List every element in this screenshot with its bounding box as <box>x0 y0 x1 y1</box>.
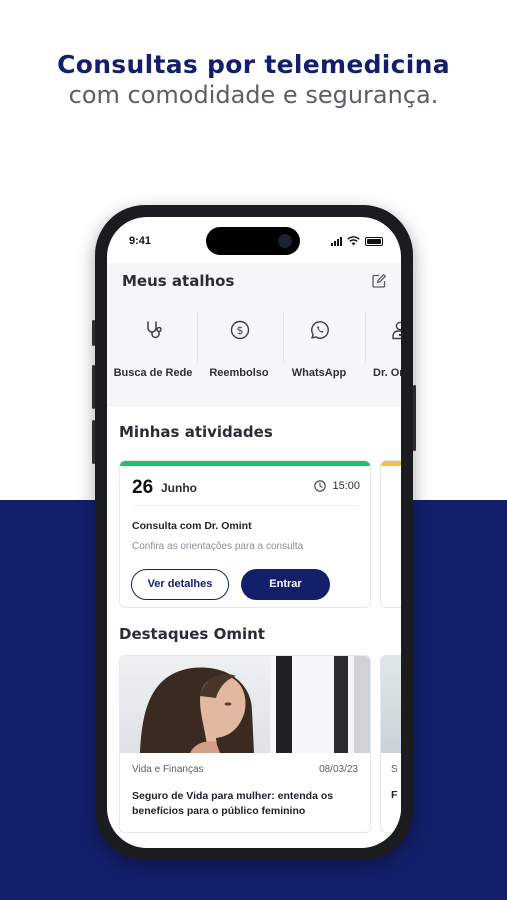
enter-button[interactable]: Entrar <box>241 569 330 600</box>
highlight-image <box>381 656 401 753</box>
shortcuts-row: Busca de Rede $ Reembolso WhatsApp Dr. O <box>107 303 401 393</box>
stethoscope-icon <box>147 321 162 339</box>
activity-subtitle: Confira as orientações para a consulta <box>132 541 304 552</box>
highlights-title: Destaques Omint <box>119 625 265 643</box>
shortcut-busca-de-rede[interactable]: Busca de Rede <box>113 303 193 393</box>
activity-card-peek[interactable] <box>380 460 401 608</box>
phone-screen: 9:41 Meus atalhos Busca de Rede $ Reembo… <box>107 217 401 848</box>
view-details-button[interactable]: Ver detalhes <box>131 569 229 600</box>
doctor-icon <box>392 321 401 340</box>
divider <box>132 505 359 506</box>
dynamic-island <box>206 227 300 255</box>
activity-title: Consulta com Dr. Omint <box>132 520 252 532</box>
whatsapp-icon <box>311 321 329 339</box>
shortcut-whatsapp[interactable]: WhatsApp <box>279 303 359 393</box>
shortcut-label: Reembolso <box>209 367 269 379</box>
phone-action-button <box>92 320 95 346</box>
edit-icon[interactable] <box>371 273 387 289</box>
shortcut-label: WhatsApp <box>291 367 347 379</box>
shortcut-reembolso[interactable]: $ Reembolso <box>199 303 279 393</box>
highlight-card-peek[interactable]: S F <box>380 655 401 833</box>
activity-day: 26 <box>132 477 154 498</box>
dollar-circle-icon: $ <box>230 320 250 340</box>
promo-subheadline: com comodidade e segurança. <box>68 81 439 109</box>
shortcut-dr-omint[interactable]: Dr. Om <box>359 303 401 393</box>
shortcuts-panel: Meus atalhos Busca de Rede $ Reembolso W… <box>107 263 401 407</box>
highlight-category: S <box>391 764 398 775</box>
highlight-title: F <box>391 789 398 801</box>
phone-side-button <box>413 385 416 451</box>
activity-status-bar <box>381 461 401 466</box>
activity-time: 15:00 <box>332 480 360 492</box>
status-time: 9:41 <box>129 235 152 247</box>
cellular-signal-icon <box>331 236 342 246</box>
highlight-image <box>120 656 370 753</box>
phone-frame: 9:41 Meus atalhos Busca de Rede $ Reembo… <box>92 205 416 860</box>
promo-header: Consultas por telemedicina com comodidad… <box>0 50 507 109</box>
shortcut-label: Busca de Rede <box>113 367 193 379</box>
shortcuts-title: Meus atalhos <box>122 272 235 290</box>
activity-month: Junho <box>161 481 197 495</box>
activities-title: Minhas atividades <box>119 423 273 441</box>
phone-volume-up <box>92 365 95 409</box>
status-icons <box>331 235 383 247</box>
wifi-icon <box>347 236 360 246</box>
activity-status-bar <box>120 461 370 466</box>
highlight-date: 08/03/23 <box>319 764 358 775</box>
activity-card[interactable]: 26 Junho 15:00 Consulta com Dr. Omint Co… <box>119 460 371 608</box>
highlight-title: Seguro de Vida para mulher: entenda os b… <box>132 790 334 817</box>
battery-icon <box>365 236 383 246</box>
highlight-category: Vida e Finanças <box>132 764 204 775</box>
clock-icon <box>314 480 326 492</box>
shortcut-divider <box>197 313 198 363</box>
highlight-card[interactable]: Vida e Finanças 08/03/23 Seguro de Vida … <box>119 655 371 833</box>
svg-text:$: $ <box>237 324 244 337</box>
phone-volume-down <box>92 420 95 464</box>
promo-headline: Consultas por telemedicina <box>57 50 450 79</box>
shortcut-label: Dr. Om <box>373 367 401 379</box>
